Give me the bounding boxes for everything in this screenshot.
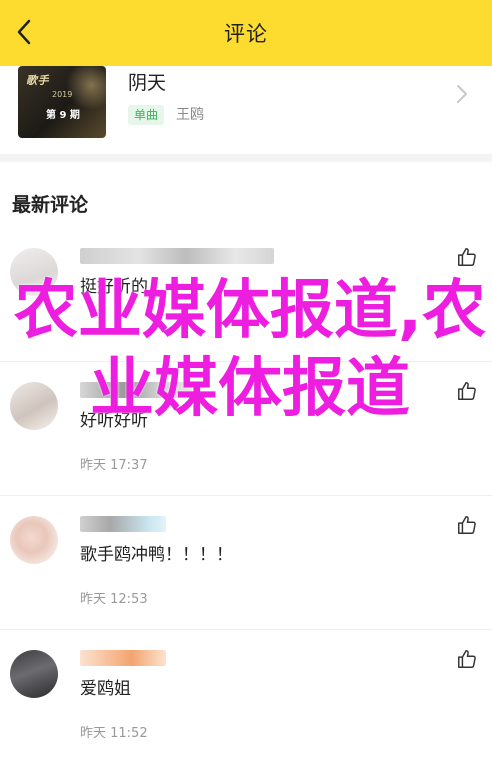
username-blurred[interactable] <box>80 650 166 666</box>
username-blurred[interactable] <box>80 382 192 398</box>
avatar[interactable] <box>10 516 58 564</box>
avatar[interactable] <box>10 650 58 698</box>
section-title: 最新评论 <box>12 194 89 216</box>
username-blurred[interactable] <box>80 516 166 532</box>
thumbs-up-icon[interactable] <box>456 648 478 670</box>
page-title: 评论 <box>224 22 268 46</box>
comment-item: 歌手鸥冲鸭！！！！ 昨天 12:53 <box>0 496 492 630</box>
comment-text: 歌手鸥冲鸭！！！！ <box>80 545 233 565</box>
comment-time: 昨天 12:53 <box>80 592 148 607</box>
comment-time: 昨天 11:52 <box>80 726 148 741</box>
thumbs-up-icon[interactable] <box>456 246 478 268</box>
back-button[interactable] <box>6 14 42 50</box>
comment-text: 挺好听的 <box>80 277 148 297</box>
comment-text: 好听好听 <box>80 411 148 431</box>
cover-year: 2019 <box>52 90 73 99</box>
song-artist: 王鸥 <box>176 107 204 123</box>
username-blurred[interactable] <box>80 248 274 264</box>
cover-episode: 第 9 期 <box>46 110 80 121</box>
comment-item: 挺好听的 <box>0 228 492 362</box>
song-card[interactable]: 歌手 2019 第 9 期 阴天 单曲 王鸥 <box>0 66 492 154</box>
comment-time: 昨天 17:37 <box>80 458 148 473</box>
comment-item: 爱鸥姐 昨天 11:52 <box>0 630 492 764</box>
avatar[interactable] <box>10 248 58 296</box>
single-tag-badge: 单曲 <box>128 105 165 125</box>
comments-section: 最新评论 挺好听的 好听好听 昨天 17:37 歌手鸥冲鸭！！！！ 昨天 12:… <box>0 162 492 765</box>
comment-item: 好听好听 昨天 17:37 <box>0 362 492 496</box>
avatar[interactable] <box>10 382 58 430</box>
thumbs-up-icon[interactable] <box>456 380 478 402</box>
chevron-left-icon <box>17 19 31 45</box>
top-bar: 评论 <box>0 0 492 66</box>
song-title: 阴天 <box>128 72 167 94</box>
thumbs-up-icon[interactable] <box>456 514 478 536</box>
comment-text: 爱鸥姐 <box>80 679 131 699</box>
album-cover: 歌手 2019 第 9 期 <box>18 66 106 138</box>
cover-logo-text: 歌手 <box>26 74 49 87</box>
chevron-right-icon <box>457 85 467 103</box>
cover-shine <box>66 66 106 110</box>
